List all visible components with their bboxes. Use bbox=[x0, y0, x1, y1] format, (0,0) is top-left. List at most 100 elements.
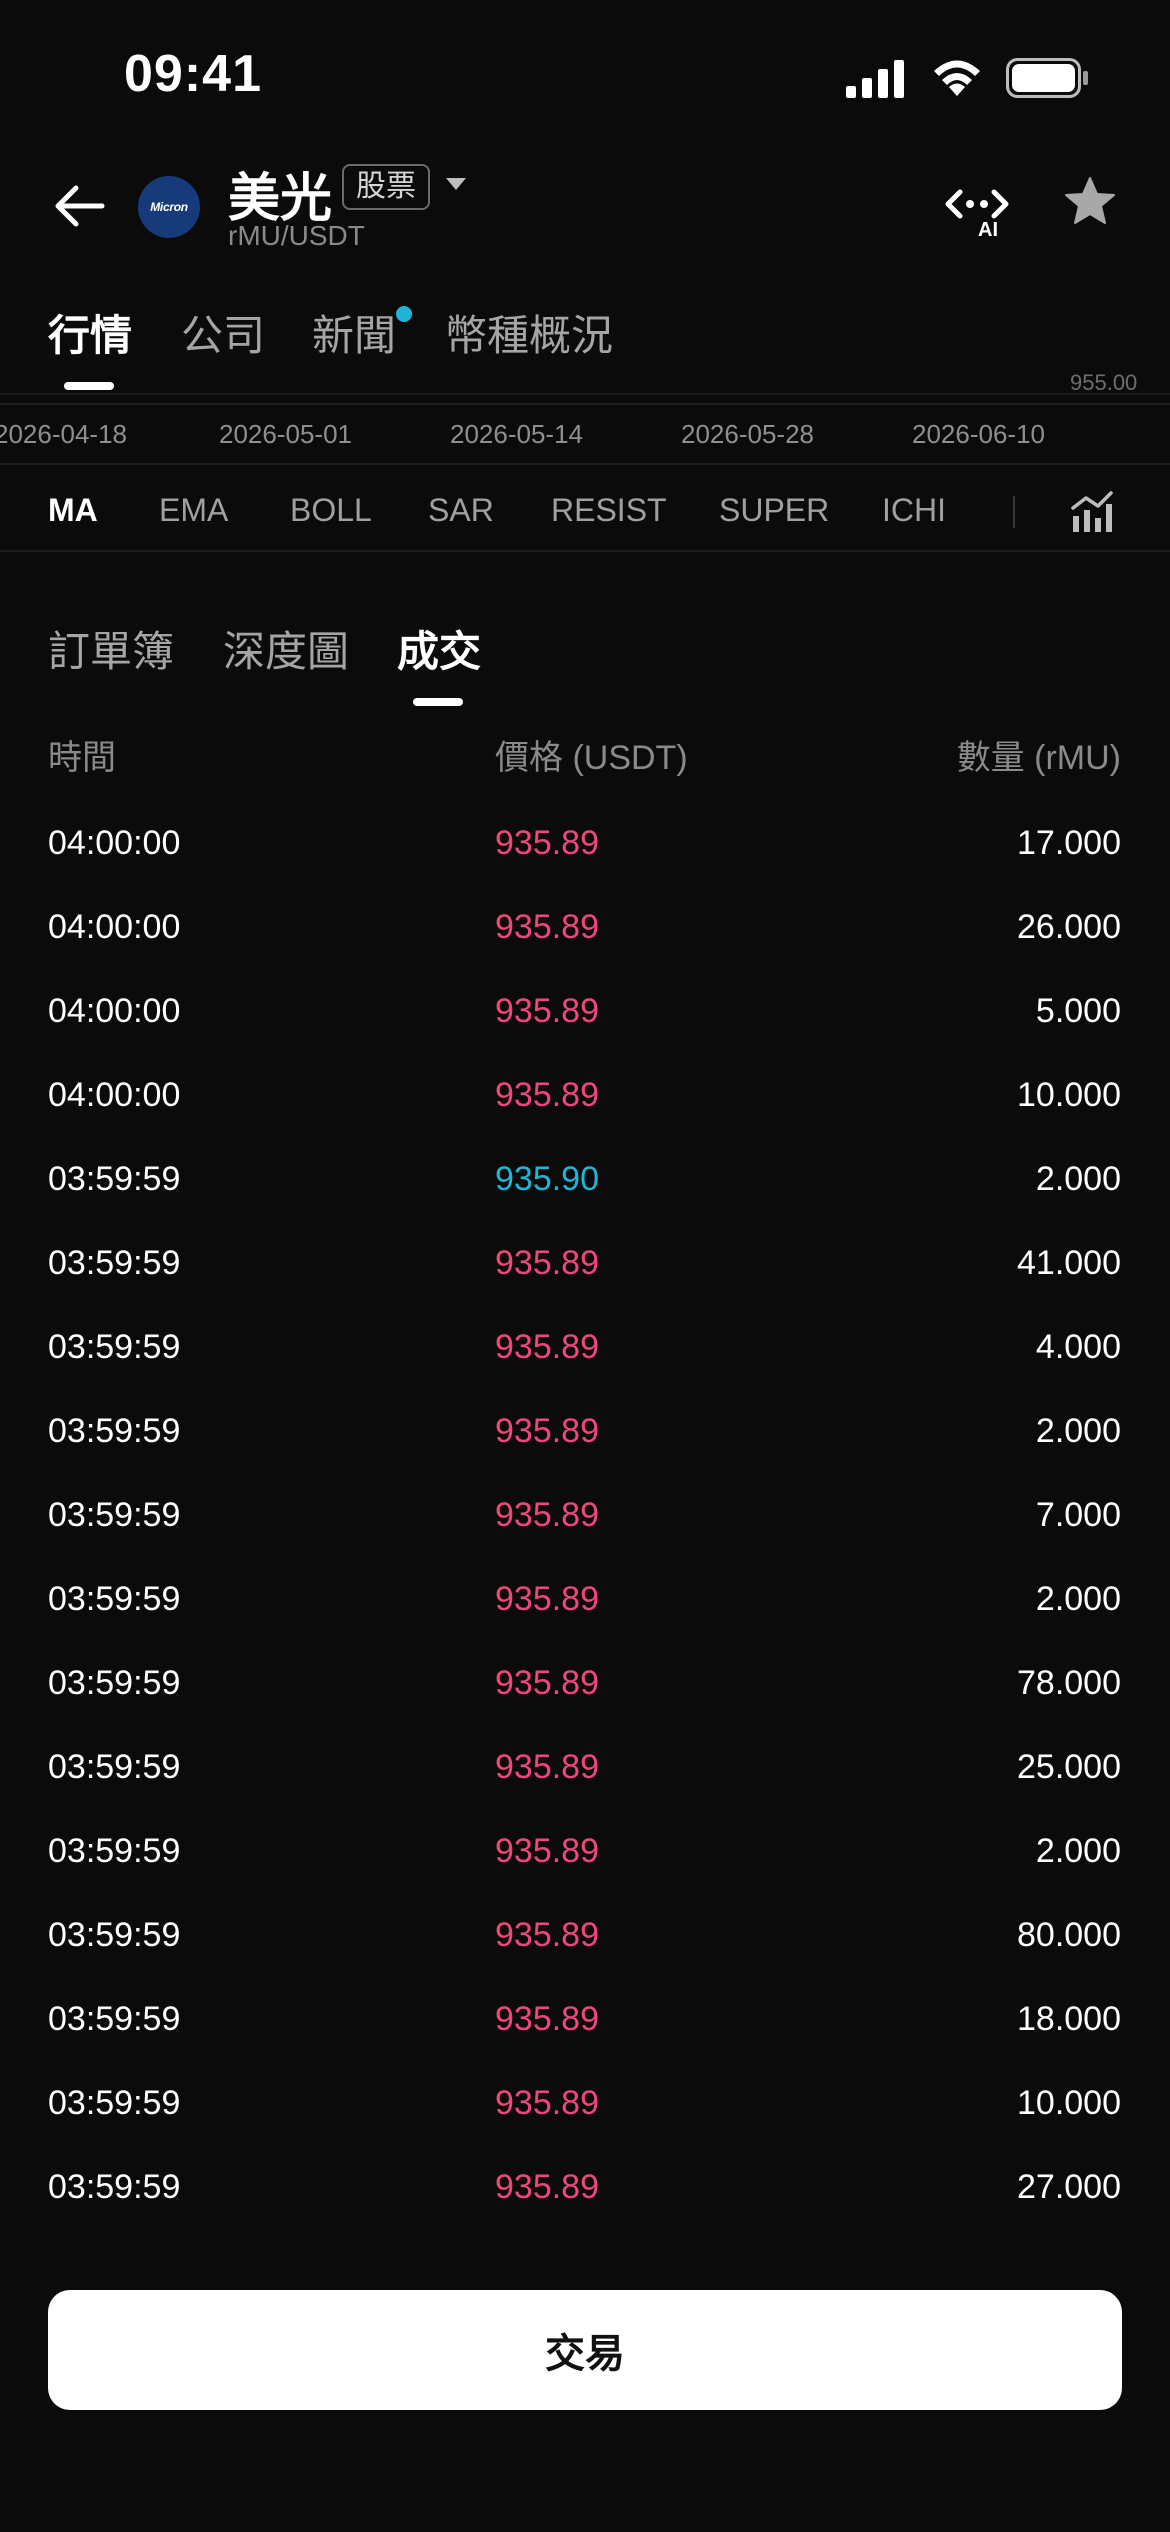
trade-quantity: 5.000 bbox=[1035, 992, 1121, 1030]
trade-price: 935.89 bbox=[495, 1328, 599, 1366]
trade-quantity: 10.000 bbox=[1017, 1076, 1121, 1114]
chevron-down-icon[interactable] bbox=[446, 178, 466, 190]
trade-quantity: 80.000 bbox=[1017, 1916, 1121, 1954]
trade-quantity: 2.000 bbox=[1035, 1412, 1121, 1450]
trade-row: 03:59:59 935.89 2.000 bbox=[0, 1818, 1170, 1902]
trade-price: 935.89 bbox=[495, 2000, 599, 2038]
trade-time: 03:59:59 bbox=[48, 1664, 181, 1702]
trade-button[interactable]: 交易 bbox=[48, 2290, 1122, 2410]
indicator-settings-button[interactable] bbox=[1070, 490, 1114, 534]
status-time: 09:41 bbox=[124, 45, 262, 103]
trade-price: 935.89 bbox=[495, 992, 599, 1030]
trade-quantity: 26.000 bbox=[1017, 908, 1121, 946]
trade-price: 935.89 bbox=[495, 1496, 599, 1534]
date-tick: 2026-05-14 bbox=[450, 419, 583, 449]
trade-time: 03:59:59 bbox=[48, 1496, 181, 1534]
trade-quantity: 10.000 bbox=[1017, 2084, 1121, 2122]
trade-price: 935.90 bbox=[495, 1160, 599, 1198]
trade-quantity: 2.000 bbox=[1035, 1832, 1121, 1870]
active-tab-indicator bbox=[64, 382, 114, 390]
tab-coin-overview[interactable]: 幣種概況 bbox=[445, 302, 613, 363]
chart-date-axis: 2026-04-18 2026-05-01 2026-05-14 2026-05… bbox=[0, 403, 1170, 465]
trade-time: 03:59:59 bbox=[48, 1412, 181, 1450]
indicator-divider bbox=[1013, 496, 1015, 528]
tab-news[interactable]: 新聞 bbox=[312, 302, 396, 363]
header: Micron 美光 股票 rMU/USDT AI bbox=[0, 150, 1170, 280]
trade-row: 03:59:59 935.89 25.000 bbox=[0, 1734, 1170, 1818]
favorite-button[interactable] bbox=[1062, 174, 1122, 234]
trade-quantity: 17.000 bbox=[1017, 824, 1121, 862]
header-price: 價格 (USDT) bbox=[495, 739, 688, 777]
trade-row: 03:59:59 935.89 2.000 bbox=[0, 1398, 1170, 1482]
trade-row: 03:59:59 935.89 2.000 bbox=[0, 1566, 1170, 1650]
trade-price: 935.89 bbox=[495, 1832, 599, 1870]
trade-row: 03:59:59 935.89 80.000 bbox=[0, 1902, 1170, 1986]
trade-time: 03:59:59 bbox=[48, 1328, 181, 1366]
ai-assistant-button[interactable]: AI bbox=[944, 180, 1014, 241]
date-tick: 2026-05-01 bbox=[219, 419, 352, 449]
indicator-super[interactable]: SUPER bbox=[719, 492, 829, 529]
status-bar: 09:41 bbox=[0, 0, 1170, 150]
trade-row: 04:00:00 935.89 5.000 bbox=[0, 978, 1170, 1062]
indicator-boll[interactable]: BOLL bbox=[290, 492, 372, 529]
tab-depth-chart[interactable]: 深度圖 bbox=[223, 618, 349, 679]
trade-time: 03:59:59 bbox=[48, 1244, 181, 1282]
tab-market[interactable]: 行情 bbox=[48, 302, 132, 363]
back-arrow-icon bbox=[55, 185, 105, 227]
trade-row: 04:00:00 935.89 10.000 bbox=[0, 1062, 1170, 1146]
ai-icon: AI bbox=[945, 189, 1009, 241]
trade-row: 03:59:59 935.89 10.000 bbox=[0, 2070, 1170, 2154]
trade-price: 935.89 bbox=[495, 2168, 599, 2206]
trade-row: 03:59:59 935.90 2.000 bbox=[0, 1146, 1170, 1230]
trade-time: 03:59:59 bbox=[48, 1580, 181, 1618]
star-icon bbox=[1065, 177, 1115, 224]
back-button[interactable] bbox=[50, 176, 110, 236]
trade-time: 03:59:59 bbox=[48, 2168, 181, 2206]
ai-icon-label: AI bbox=[978, 219, 998, 240]
trade-quantity: 27.000 bbox=[1017, 2168, 1121, 2206]
trade-row: 04:00:00 935.89 26.000 bbox=[0, 894, 1170, 978]
date-tick: 2026-04-18 bbox=[0, 419, 127, 449]
indicator-ema[interactable]: EMA bbox=[159, 492, 228, 529]
stock-badge: 股票 bbox=[342, 164, 430, 210]
trade-time: 04:00:00 bbox=[48, 992, 181, 1030]
status-icons bbox=[846, 58, 1090, 98]
trade-quantity: 25.000 bbox=[1017, 1748, 1121, 1786]
trade-row: 03:59:59 935.89 7.000 bbox=[0, 1482, 1170, 1566]
indicator-sar[interactable]: SAR bbox=[428, 492, 494, 529]
trade-time: 04:00:00 bbox=[48, 908, 181, 946]
news-notification-dot bbox=[396, 306, 412, 322]
chart-indicator-icon bbox=[1071, 491, 1113, 532]
active-book-tab-indicator bbox=[413, 698, 463, 706]
trade-quantity: 7.000 bbox=[1035, 1496, 1121, 1534]
tab-company[interactable]: 公司 bbox=[181, 302, 265, 363]
trade-price: 935.89 bbox=[495, 1244, 599, 1282]
trade-time: 03:59:59 bbox=[48, 2000, 181, 2038]
trade-row: 03:59:59 935.89 27.000 bbox=[0, 2154, 1170, 2238]
trade-row: 03:59:59 935.89 41.000 bbox=[0, 1230, 1170, 1314]
trade-time: 03:59:59 bbox=[48, 1160, 181, 1198]
cellular-signal-icon bbox=[846, 60, 904, 98]
trade-time: 03:59:59 bbox=[48, 1748, 181, 1786]
trade-price: 935.89 bbox=[495, 1664, 599, 1702]
trades-table-header: 時間 價格 (USDT) 數量 (rMU) bbox=[0, 730, 1170, 790]
indicator-resist[interactable]: RESIST bbox=[551, 492, 667, 529]
order-book-tabs: 訂單簿 深度圖 成交 bbox=[0, 610, 1170, 720]
trade-row: 03:59:59 935.89 4.000 bbox=[0, 1314, 1170, 1398]
date-tick: 2026-06-10 bbox=[912, 419, 1045, 449]
logo-text: Micron bbox=[150, 200, 188, 214]
tab-order-book[interactable]: 訂單簿 bbox=[48, 618, 174, 679]
indicator-ichi[interactable]: ICHI bbox=[882, 492, 946, 529]
trade-time: 03:59:59 bbox=[48, 2084, 181, 2122]
trade-price: 935.89 bbox=[495, 824, 599, 862]
trades-list[interactable]: 04:00:00 935.89 17.000 04:00:00 935.89 26.000… bbox=[0, 810, 1170, 2260]
indicator-ma[interactable]: MA bbox=[48, 492, 98, 529]
trade-row: 03:59:59 935.89 78.000 bbox=[0, 1650, 1170, 1734]
trade-row: 04:00:00 935.89 17.000 bbox=[0, 810, 1170, 894]
date-tick: 2026-05-28 bbox=[681, 419, 814, 449]
trade-quantity: 2.000 bbox=[1035, 1580, 1121, 1618]
trade-time: 03:59:59 bbox=[48, 1832, 181, 1870]
tab-trades[interactable]: 成交 bbox=[397, 618, 481, 679]
trade-price: 935.89 bbox=[495, 1412, 599, 1450]
trade-price: 935.89 bbox=[495, 908, 599, 946]
